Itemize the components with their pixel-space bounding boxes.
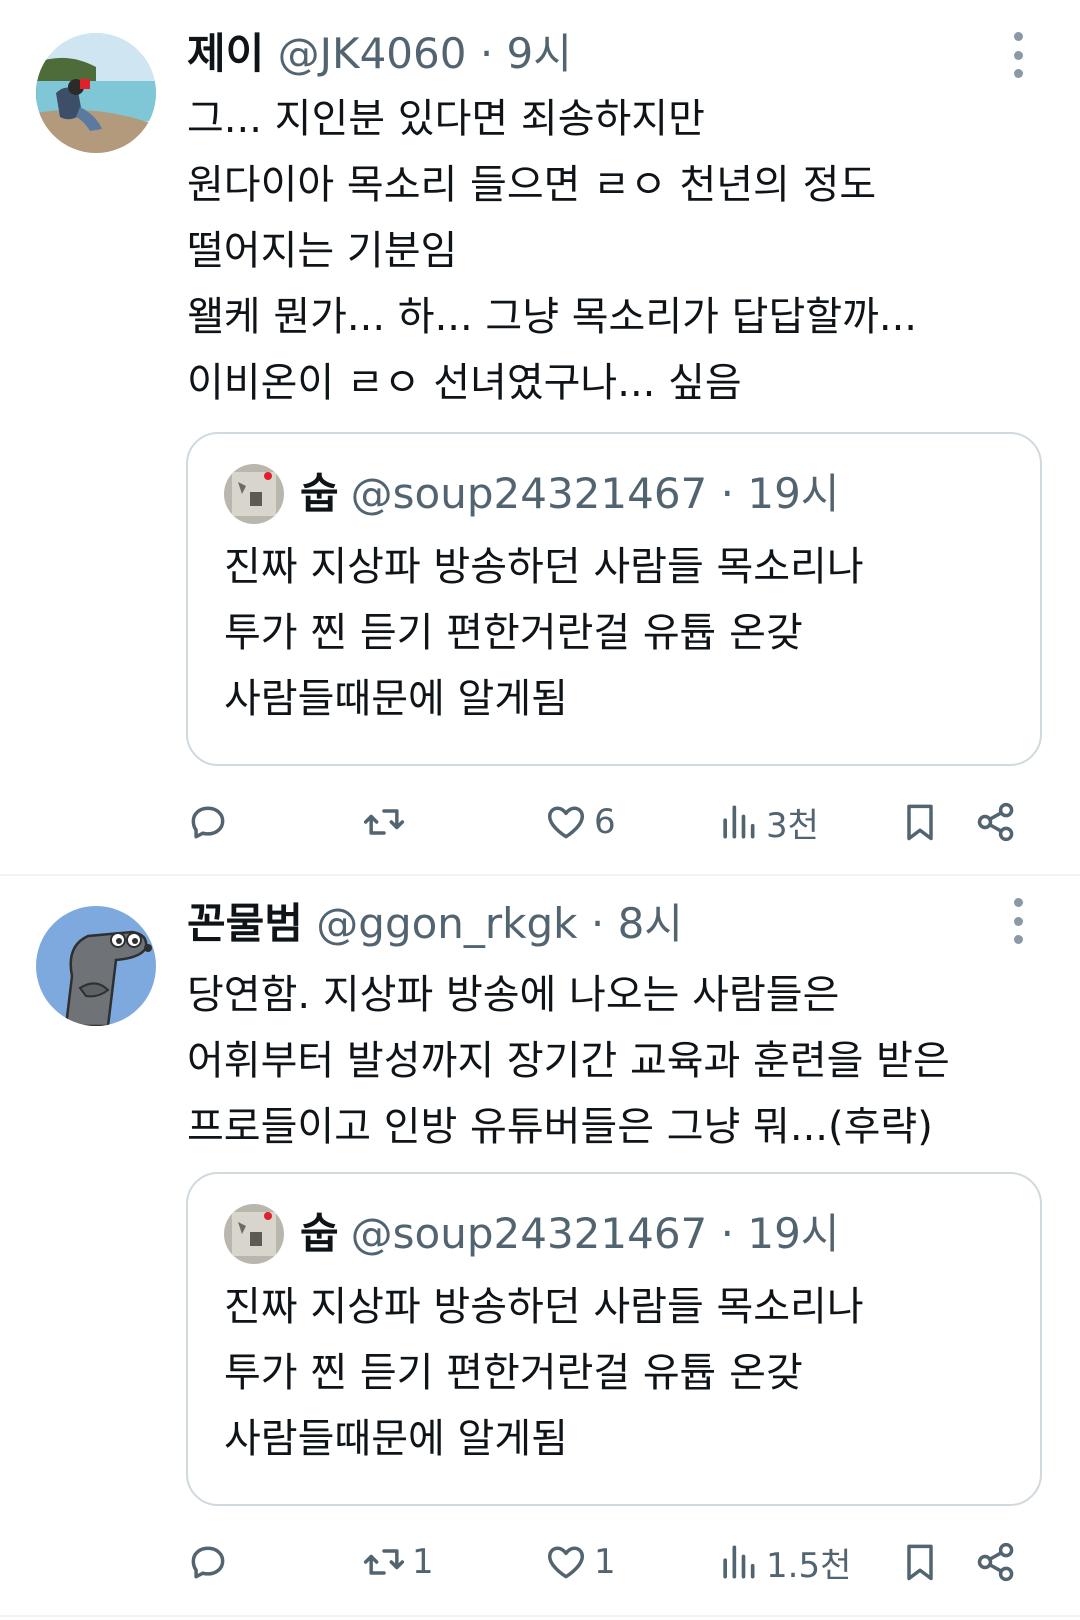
timestamp[interactable]: 9시: [507, 29, 572, 78]
share-icon: [977, 802, 1014, 842]
reply-icon: [191, 1546, 225, 1579]
like-button[interactable]: 1: [544, 1532, 616, 1592]
views-button[interactable]: 3천: [716, 792, 819, 852]
tweet-text-line: 당연함. 지상파 방송에 나오는 사람들은: [187, 972, 840, 1018]
avatar-seal-illustration: [36, 906, 156, 1026]
quoted-display-name: 숩: [300, 1209, 339, 1258]
action-bar: 1 1 1.5천: [186, 1532, 1040, 1592]
quoted-text-line: 사람들때문에 알게됨: [224, 676, 568, 722]
tweet-header: 꼰물범 @ggon_rkgk · 8시: [187, 896, 980, 952]
quoted-avatar: [224, 1204, 284, 1264]
quoted-display-name: 숩: [300, 469, 339, 518]
bookmark-icon: [907, 1544, 933, 1581]
reply-button[interactable]: [186, 792, 236, 852]
quoted-tweet-text: 진짜 지상파 방송하던 사람들 목소리나 투가 찐 듣기 편한거란걸 유튭 온갖…: [224, 534, 864, 732]
tweet-text-line: 원다이아 목소리 들으면 ㄹㅇ 천년의 정도: [187, 162, 877, 208]
quoted-timestamp: 19시: [747, 1209, 840, 1258]
avatar[interactable]: [36, 906, 156, 1026]
tweet-text-line: 이비온이 ㄹㅇ 선녀였구나... 싶음: [187, 360, 742, 406]
retweet-button[interactable]: [362, 792, 412, 852]
retweet-icon: [363, 1549, 405, 1575]
user-handle[interactable]: @ggon_rkgk: [316, 899, 577, 948]
tweet-text: 그... 지인분 있다면 죄송하지만 원다이아 목소리 들으면 ㄹㅇ 천년의 정…: [187, 86, 1040, 416]
quoted-user-handle: @soup24321467: [350, 469, 708, 518]
quoted-tweet[interactable]: 숩 @soup24321467 · 19시 진짜 지상파 방송하던 사람들 목소…: [186, 1172, 1042, 1506]
share-button[interactable]: [974, 1532, 1018, 1592]
separator-dot: ·: [590, 899, 605, 948]
views-icon: [723, 805, 755, 839]
bookmark-icon: [907, 804, 933, 841]
quoted-avatar-image: [224, 1204, 284, 1264]
tweet-text-line: 떨어지는 기분임: [187, 228, 458, 274]
views-count: 1.5천: [766, 1545, 852, 1586]
retweet-count: 1: [412, 1542, 434, 1582]
more-options-icon[interactable]: [1008, 898, 1028, 944]
retweet-icon: [363, 809, 405, 835]
views-icon: [723, 1545, 755, 1579]
separator-dot: ·: [720, 469, 734, 518]
tweet[interactable]: 꼰물범 @ggon_rkgk · 8시 당연함. 지상파 방송에 나오는 사람들…: [0, 876, 1080, 1617]
reply-button[interactable]: [186, 1532, 236, 1592]
bookmark-button[interactable]: [898, 1532, 942, 1592]
avatar[interactable]: [36, 33, 156, 153]
display-name[interactable]: 꼰물범: [187, 899, 303, 948]
quoted-tweet-text: 진짜 지상파 방송하던 사람들 목소리나 투가 찐 듣기 편한거란걸 유튭 온갖…: [224, 1274, 864, 1472]
avatar-photo: [36, 33, 156, 153]
quoted-avatar-image: [224, 464, 284, 524]
action-bar: 6 3천: [186, 792, 1040, 852]
separator-dot: ·: [479, 29, 494, 78]
quoted-tweet-header: 숩 @soup24321467 · 19시: [224, 1204, 839, 1264]
quoted-tweet[interactable]: 숩 @soup24321467 · 19시 진짜 지상파 방송하던 사람들 목소…: [186, 432, 1042, 766]
share-button[interactable]: [974, 792, 1018, 852]
separator-dot: ·: [720, 1209, 734, 1258]
views-button[interactable]: 1.5천: [716, 1532, 851, 1592]
timestamp[interactable]: 8시: [618, 899, 683, 948]
display-name[interactable]: 제이: [187, 29, 264, 78]
bookmark-button[interactable]: [898, 792, 942, 852]
reply-icon: [191, 806, 225, 839]
tweet[interactable]: 제이 @JK4060 · 9시 그... 지인분 있다면 죄송하지만 원다이아 …: [0, 0, 1080, 876]
views-count: 3천: [766, 805, 819, 846]
user-handle[interactable]: @JK4060: [278, 29, 467, 78]
like-count: 1: [594, 1542, 616, 1582]
like-button[interactable]: 6: [544, 792, 616, 852]
tweet-text-line: 왤케 뭔가... 하... 그냥 목소리가 답답할까...: [187, 294, 918, 340]
more-options-icon[interactable]: [1008, 32, 1028, 78]
tweet-header: 제이 @JK4060 · 9시: [187, 26, 980, 82]
tweet-text-line: 어휘부터 발성까지 장기간 교육과 훈련을 받은: [187, 1038, 950, 1084]
quoted-text-line: 진짜 지상파 방송하던 사람들 목소리나: [224, 544, 864, 590]
quoted-user-handle: @soup24321467: [350, 1209, 708, 1258]
tweet-text-line: 프로들이고 인방 유튜버들은 그냥 뭐...(후략): [187, 1104, 933, 1150]
quoted-text-line: 진짜 지상파 방송하던 사람들 목소리나: [224, 1284, 864, 1330]
tweet-text: 당연함. 지상파 방송에 나오는 사람들은 어휘부터 발성까지 장기간 교육과 …: [187, 962, 1040, 1160]
heart-icon: [548, 1546, 584, 1579]
tweet-text-line: 그... 지인분 있다면 죄송하지만: [187, 96, 705, 142]
retweet-button[interactable]: 1: [362, 1532, 434, 1592]
heart-icon: [548, 806, 584, 839]
share-icon: [977, 1542, 1014, 1582]
like-count: 6: [594, 802, 616, 842]
quoted-avatar: [224, 464, 284, 524]
quoted-text-line: 투가 찐 듣기 편한거란걸 유튭 온갖: [224, 610, 803, 656]
quoted-tweet-header: 숩 @soup24321467 · 19시: [224, 464, 839, 524]
quoted-text-line: 투가 찐 듣기 편한거란걸 유튭 온갖: [224, 1350, 803, 1396]
quoted-timestamp: 19시: [747, 469, 840, 518]
quoted-text-line: 사람들때문에 알게됨: [224, 1416, 568, 1462]
